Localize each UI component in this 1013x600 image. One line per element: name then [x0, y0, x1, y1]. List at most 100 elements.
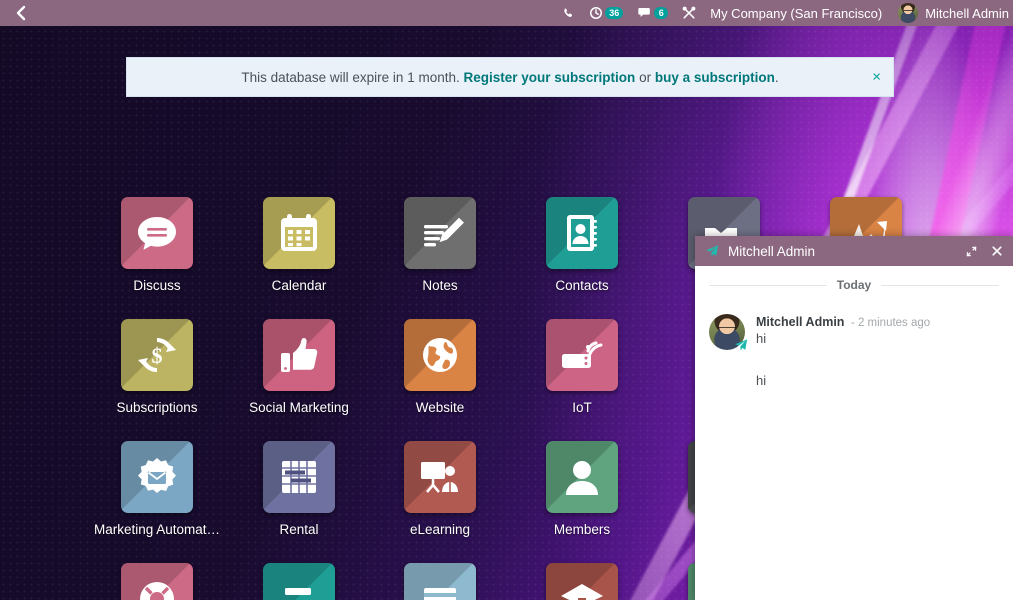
- app-rental[interactable]: Rental: [228, 441, 370, 537]
- app-tile: [404, 441, 476, 513]
- app-elearning[interactable]: eLearning: [369, 441, 511, 537]
- user-menu[interactable]: Mitchell Admin: [898, 3, 1013, 23]
- app-label: Contacts: [555, 278, 609, 293]
- chat-window: Mitchell Admin Today Mitchell Admin - 2 …: [695, 236, 1013, 600]
- members-person-icon: [566, 461, 598, 495]
- app-label: Calendar: [271, 278, 327, 293]
- app-label: Discuss: [133, 278, 181, 293]
- app-tile: [263, 319, 335, 391]
- clock-activity-icon: [590, 7, 603, 19]
- app-notes[interactable]: Notes: [369, 197, 511, 293]
- avatar: [898, 3, 919, 23]
- chat-window-title: Mitchell Admin: [728, 243, 816, 259]
- app-tile: [263, 563, 335, 600]
- app-tile: [121, 441, 193, 513]
- app-tile: [546, 441, 618, 513]
- back-button[interactable]: [0, 5, 42, 21]
- app-tile: [263, 441, 335, 513]
- app-row4-4[interactable]: [511, 563, 653, 600]
- messages-button[interactable]: 6: [637, 6, 669, 20]
- app-tile: [404, 563, 476, 600]
- app-label: Notes: [422, 278, 458, 293]
- thumbs-up-icon: [281, 338, 318, 372]
- app-tile: [263, 197, 335, 269]
- message-text: hi: [756, 373, 767, 388]
- contacts-book-icon: [567, 215, 597, 251]
- app-iot[interactable]: IoT: [511, 319, 653, 415]
- banner-text: This database will expire in 1 month. Re…: [127, 70, 893, 85]
- register-subscription-link[interactable]: Register your subscription: [464, 70, 636, 85]
- chat-message-list: Today Mitchell Admin - 2 minutes ago hi: [695, 266, 1013, 600]
- globe-icon: [423, 338, 457, 372]
- message-count-badge: 6: [654, 7, 669, 19]
- app-tile: [546, 319, 618, 391]
- app-social-marketing[interactable]: Social Marketing: [228, 319, 370, 415]
- chat-message: Mitchell Admin - 2 minutes ago hi: [709, 314, 999, 352]
- app-tile: [121, 197, 193, 269]
- chat-bubble-icon: [638, 8, 651, 17]
- top-navbar: 36 6 My Company (San Francisco) Mitchell…: [0, 0, 1013, 26]
- app-website[interactable]: Website: [369, 319, 511, 415]
- gear-envelope-icon: [138, 458, 176, 493]
- message-text: hi: [756, 331, 767, 346]
- app-discuss[interactable]: Discuss: [86, 197, 228, 293]
- app-label: Website: [415, 400, 465, 415]
- phone-button[interactable]: [562, 7, 575, 20]
- phone-icon: [564, 7, 573, 17]
- discuss-chat-icon: [138, 217, 176, 250]
- systray: 36 6: [562, 6, 704, 20]
- buy-subscription-link[interactable]: buy a subscription: [655, 70, 775, 85]
- chevron-left-icon: [16, 5, 26, 21]
- app-label: IoT: [572, 400, 592, 415]
- message-timestamp: - 2 minutes ago: [850, 317, 931, 329]
- close-x-icon[interactable]: [991, 245, 1003, 257]
- banner-message: This database will expire in 1 month.: [241, 69, 460, 85]
- app-tile: [404, 319, 476, 391]
- chat-window-header[interactable]: Mitchell Admin: [695, 236, 1013, 266]
- card-icon: [424, 588, 456, 600]
- app-label: Rental: [279, 522, 319, 537]
- day-separator-label: Today: [836, 278, 872, 292]
- app-label: Social Marketing: [249, 400, 349, 415]
- calendar-icon: [281, 214, 317, 251]
- app-tile: $: [121, 319, 193, 391]
- activities-button[interactable]: 36: [589, 6, 624, 20]
- day-separator: Today: [709, 278, 1000, 292]
- app-contacts[interactable]: Contacts: [511, 197, 653, 293]
- app-tile: [546, 197, 618, 269]
- app-label: Members: [553, 522, 611, 537]
- user-menu-label: Mitchell Admin: [925, 5, 1009, 21]
- message-body: Mitchell Admin - 2 minutes ago hi: [756, 314, 999, 350]
- app-members[interactable]: Members: [511, 441, 653, 537]
- banner-close-button[interactable]: ×: [872, 70, 881, 85]
- svg-text:$: $: [152, 343, 163, 368]
- app-label: Subscriptions: [116, 400, 198, 415]
- app-tile: [546, 563, 618, 600]
- app-marketing-automation[interactable]: Marketing Automat…: [86, 441, 228, 537]
- app-subscriptions[interactable]: $ Subscriptions: [86, 319, 228, 415]
- separator-line: [881, 284, 1000, 286]
- app-tile: [121, 563, 193, 600]
- app-row4-3[interactable]: [369, 563, 511, 600]
- activity-count-badge: 36: [605, 7, 624, 19]
- elearning-board-icon: [421, 462, 458, 493]
- app-row4-2[interactable]: [228, 563, 370, 600]
- app-calendar[interactable]: Calendar: [228, 197, 370, 293]
- iot-wifi-box-icon: [562, 341, 603, 368]
- notes-pencil-icon: [424, 217, 464, 247]
- banner-period: .: [774, 69, 779, 85]
- lifering-icon: [140, 582, 174, 600]
- app-tile: [404, 197, 476, 269]
- message-avatar-wrap: [709, 314, 748, 352]
- subscription-dollar-icon: $: [138, 338, 176, 372]
- app-row4-1[interactable]: [86, 563, 228, 600]
- banner-conjunction: or: [639, 69, 652, 85]
- paper-plane-icon: [705, 244, 719, 258]
- developer-tools-button[interactable]: [682, 6, 696, 20]
- company-selector[interactable]: My Company (San Francisco): [710, 6, 882, 21]
- paper-plane-icon: [734, 338, 748, 352]
- app-label: Marketing Automat…: [93, 522, 221, 537]
- tools-wrench-icon: [682, 6, 696, 19]
- separator-line: [709, 284, 827, 286]
- expand-diagonal-icon[interactable]: [965, 245, 978, 258]
